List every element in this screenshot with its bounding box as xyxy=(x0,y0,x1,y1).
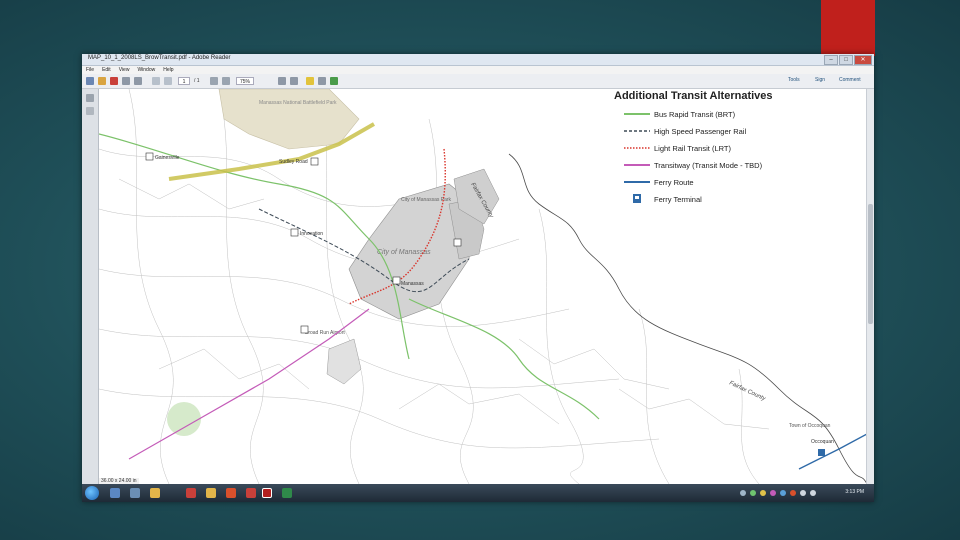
tray-icon-6[interactable] xyxy=(790,490,796,496)
explorer-taskbar-icon[interactable] xyxy=(130,488,140,498)
legend-label-brt: Bus Rapid Transit (BRT) xyxy=(654,110,736,119)
page-thumbnails-icon[interactable] xyxy=(86,94,94,102)
legend-label-lrt: Light Rail Transit (LRT) xyxy=(654,144,731,153)
legend-item-transitway: Transitway (Transit Mode - TBD) xyxy=(624,160,864,172)
maximize-button[interactable]: □ xyxy=(839,55,853,65)
map-legend: Additional Transit Alternatives Bus Rapi… xyxy=(614,89,867,214)
comment-button[interactable]: Comment xyxy=(839,77,861,83)
legend-item-ferry-route: Ferry Route xyxy=(624,177,864,189)
pdf-reader-window: MAP_10_1_2008LS_BrowTransit.pdf - Adobe … xyxy=(82,54,874,502)
innovation-label: Innovation xyxy=(300,231,323,237)
email-icon[interactable] xyxy=(134,77,142,85)
ie-taskbar-icon[interactable] xyxy=(110,488,120,498)
menu-bar: File Edit View Window Help xyxy=(82,66,874,74)
next-page-icon[interactable] xyxy=(164,77,172,85)
document-viewer[interactable]: Manassas National Battlefield Park City … xyxy=(99,89,867,484)
folder-taskbar-icon[interactable] xyxy=(150,488,160,498)
start-button-icon[interactable] xyxy=(85,486,99,500)
tray-icon-4[interactable] xyxy=(770,490,776,496)
menu-file[interactable]: File xyxy=(86,66,94,74)
open-icon[interactable] xyxy=(86,77,94,85)
excel-taskbar-icon[interactable] xyxy=(282,488,292,498)
prev-page-icon[interactable] xyxy=(152,77,160,85)
legend-label-rail: High Speed Passenger Rail xyxy=(654,127,747,136)
close-button[interactable]: ✕ xyxy=(854,55,872,65)
legend-item-lrt: Light Rail Transit (LRT) xyxy=(624,143,864,155)
tools-button[interactable]: Tools xyxy=(788,77,800,83)
legend-label-transitway: Transitway (Transit Mode - TBD) xyxy=(654,161,763,170)
scrollbar-thumb[interactable] xyxy=(868,204,873,324)
legend-item-brt: Bus Rapid Transit (BRT) xyxy=(624,109,864,121)
window-controls: – □ ✕ xyxy=(824,55,872,65)
minimize-button[interactable]: – xyxy=(824,55,838,65)
taskbar-clock[interactable]: 3:13 PM xyxy=(845,489,864,495)
app-taskbar-icon-4[interactable] xyxy=(246,488,256,498)
network-icon[interactable] xyxy=(810,490,816,496)
slide-accent-bar xyxy=(821,0,875,56)
city-manassas-label: City of Manassas xyxy=(377,249,431,256)
app-taskbar-icon-1[interactable] xyxy=(186,488,196,498)
legend-label-ferry-route: Ferry Route xyxy=(654,178,694,187)
page-total: / 1 xyxy=(194,78,200,84)
app-taskbar-icon-2[interactable] xyxy=(206,488,216,498)
gainesville-label: Gainesville xyxy=(155,155,180,161)
tray-icon-3[interactable] xyxy=(760,490,766,496)
zoom-level-input[interactable]: 75% xyxy=(236,77,254,85)
comment-icon[interactable] xyxy=(306,77,314,85)
volume-icon[interactable] xyxy=(800,490,806,496)
legend-item-ferry-terminal: Ferry Terminal xyxy=(624,194,864,206)
fit-width-icon[interactable] xyxy=(290,77,298,85)
menu-view[interactable]: View xyxy=(119,66,130,74)
occoquan-station-label: Occoquan xyxy=(811,439,834,445)
toolbar: 1 / 1 75% Tools Sign Comment xyxy=(82,74,874,89)
highlight-icon[interactable] xyxy=(318,77,326,85)
legend-title: Additional Transit Alternatives xyxy=(614,90,773,102)
app-taskbar-icon-3[interactable] xyxy=(226,488,236,498)
zoom-in-icon[interactable] xyxy=(222,77,230,85)
menu-window[interactable]: Window xyxy=(137,66,155,74)
vertical-scrollbar[interactable] xyxy=(866,89,874,484)
legend-item-rail: High Speed Passenger Rail xyxy=(624,126,864,138)
tray-icon-5[interactable] xyxy=(780,490,786,496)
menu-help[interactable]: Help xyxy=(163,66,173,74)
share-icon[interactable] xyxy=(330,77,338,85)
print-icon[interactable] xyxy=(122,77,130,85)
menu-edit[interactable]: Edit xyxy=(102,66,111,74)
save-icon[interactable] xyxy=(110,77,118,85)
sign-button[interactable]: Sign xyxy=(815,77,825,83)
create-pdf-icon[interactable] xyxy=(98,77,106,85)
window-title: MAP_10_1_2008LS_BrowTransit.pdf - Adobe … xyxy=(88,55,231,61)
zoom-out-icon[interactable] xyxy=(210,77,218,85)
windows-taskbar: 3:13 PM xyxy=(82,484,874,502)
fit-page-icon[interactable] xyxy=(278,77,286,85)
adobe-reader-taskbar-icon[interactable] xyxy=(262,488,272,498)
window-titlebar: MAP_10_1_2008LS_BrowTransit.pdf - Adobe … xyxy=(82,54,874,66)
sudley-road-label: Sudley Road xyxy=(279,159,308,165)
tray-icon-1[interactable] xyxy=(740,490,746,496)
attachments-icon[interactable] xyxy=(86,107,94,115)
navigation-pane xyxy=(82,89,99,484)
manassas-station-label: Manassas xyxy=(401,281,424,287)
legend-label-ferry-terminal: Ferry Terminal xyxy=(654,195,702,204)
occoquan-town-label: Town of Occoquan xyxy=(789,423,831,429)
battlefield-park-label: Manassas National Battlefield Park xyxy=(259,100,337,106)
tray-icon-2[interactable] xyxy=(750,490,756,496)
page-number-input[interactable]: 1 xyxy=(178,77,190,85)
